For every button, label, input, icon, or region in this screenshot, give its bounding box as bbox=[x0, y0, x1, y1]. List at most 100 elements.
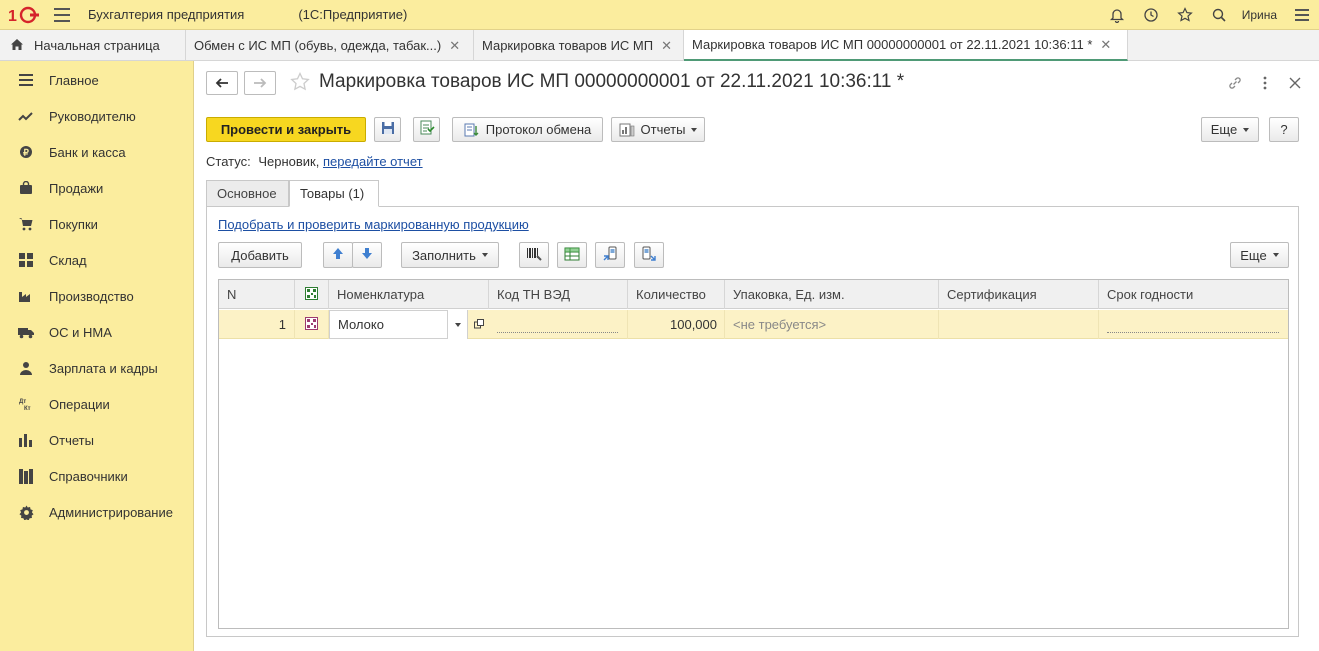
tab-exchange[interactable]: Обмен с ИС МП (обувь, одежда, табак...) … bbox=[186, 30, 474, 61]
chevron-down-icon bbox=[1243, 127, 1250, 132]
app-title: Бухгалтерия предприятия bbox=[88, 7, 245, 22]
table-header: N Номенклатура Код ТН ВЭД Количество Упа… bbox=[219, 280, 1288, 309]
send-report-link[interactable]: передайте отчет bbox=[323, 154, 423, 169]
arrow-up-icon bbox=[332, 247, 344, 263]
close-icon[interactable]: ✕ bbox=[449, 38, 460, 54]
arrow-left-icon bbox=[215, 76, 229, 91]
search-icon[interactable] bbox=[1208, 4, 1230, 26]
person-icon bbox=[18, 360, 34, 376]
sidebar-item-production[interactable]: Производство bbox=[0, 278, 193, 314]
package-cell[interactable]: <не требуется> bbox=[725, 310, 939, 339]
help-button[interactable]: ? bbox=[1269, 117, 1299, 142]
col-header-marking[interactable] bbox=[295, 280, 329, 309]
col-header-tnved[interactable]: Код ТН ВЭД bbox=[489, 280, 628, 309]
terminal-upload-icon bbox=[602, 246, 618, 265]
close-icon[interactable]: ✕ bbox=[661, 38, 672, 54]
pick-and-check-link[interactable]: Подобрать и проверить маркированную прод… bbox=[218, 217, 529, 232]
nomenclature-dropdown-button[interactable] bbox=[447, 310, 467, 339]
move-up-button[interactable] bbox=[323, 242, 353, 268]
history-icon[interactable] bbox=[1140, 4, 1162, 26]
sidebar-item-salary[interactable]: Зарплата и кадры bbox=[0, 350, 193, 386]
cart-icon bbox=[18, 216, 34, 232]
gear-icon bbox=[18, 504, 34, 520]
favorites-star-icon[interactable] bbox=[1174, 4, 1196, 26]
col-header-n[interactable]: N bbox=[219, 280, 295, 309]
sidebar-item-administration[interactable]: Администрирование bbox=[0, 494, 193, 530]
more-button[interactable]: Еще bbox=[1201, 117, 1259, 142]
sidebar-item-sales[interactable]: Продажи bbox=[0, 170, 193, 206]
sidebar-item-manager[interactable]: Руководителю bbox=[0, 98, 193, 134]
post-and-close-button[interactable]: Провести и закрыть bbox=[206, 117, 366, 142]
arrow-down-icon bbox=[361, 247, 373, 263]
tsd-download-button[interactable] bbox=[634, 242, 664, 268]
certification-cell[interactable] bbox=[939, 310, 1099, 339]
forward-button[interactable] bbox=[244, 71, 276, 95]
sidebar-item-purchases[interactable]: Покупки bbox=[0, 206, 193, 242]
sidebar-item-warehouse[interactable]: Склад bbox=[0, 242, 193, 278]
col-header-quantity[interactable]: Количество bbox=[628, 280, 725, 309]
row-marking-cell[interactable] bbox=[295, 310, 329, 339]
nomenclature-open-button[interactable] bbox=[469, 310, 489, 339]
tab-label: Обмен с ИС МП (обувь, одежда, табак...) bbox=[194, 38, 442, 53]
fill-button[interactable]: Заполнить bbox=[401, 242, 499, 268]
favorite-star-icon[interactable] bbox=[290, 71, 310, 95]
main-menu-icon[interactable] bbox=[54, 7, 70, 22]
tsd-upload-button[interactable] bbox=[595, 242, 625, 268]
exchange-log-button[interactable]: Протокол обмена bbox=[452, 117, 603, 142]
link-icon[interactable] bbox=[1225, 73, 1245, 93]
bell-icon[interactable] bbox=[1106, 4, 1128, 26]
chevron-down-icon bbox=[481, 253, 488, 257]
col-header-certification[interactable]: Сертификация bbox=[939, 280, 1099, 309]
table-row[interactable]: 1 Молоко 100,000 <не требуется> bbox=[219, 310, 1288, 339]
status-line: Статус: Черновик, передайте отчет bbox=[206, 154, 423, 169]
marking-code-icon bbox=[305, 316, 318, 333]
sidebar-item-reports[interactable]: Отчеты bbox=[0, 422, 193, 458]
table-more-button[interactable]: Еще bbox=[1230, 242, 1289, 268]
quantity-cell[interactable]: 100,000 bbox=[628, 310, 725, 339]
dt-kt-icon: Дт Кт bbox=[18, 396, 34, 412]
trend-icon bbox=[18, 108, 34, 124]
terminal-download-icon bbox=[641, 246, 657, 265]
close-icon[interactable]: ✕ bbox=[1100, 37, 1111, 53]
post-button[interactable] bbox=[413, 117, 440, 142]
chevron-down-icon bbox=[691, 127, 698, 132]
reports-icon bbox=[619, 123, 635, 137]
coin-icon: ₽ bbox=[18, 144, 34, 160]
expiry-cell[interactable] bbox=[1099, 310, 1288, 339]
sections-panel: Главное Руководителю ₽ Банк и касса Прод… bbox=[0, 61, 194, 651]
sidebar-item-operations[interactable]: Дт Кт Операции bbox=[0, 386, 193, 422]
system-menu-icon[interactable] bbox=[1295, 9, 1309, 21]
close-form-icon[interactable] bbox=[1285, 73, 1305, 93]
col-header-package[interactable]: Упаковка, Ед. изм. bbox=[725, 280, 939, 309]
svg-text:Кт: Кт bbox=[24, 406, 31, 411]
empty-field-underline bbox=[1107, 332, 1279, 333]
col-header-expiry[interactable]: Срок годности bbox=[1099, 280, 1288, 309]
tab-main[interactable]: Основное bbox=[206, 180, 289, 207]
excel-load-button[interactable] bbox=[557, 242, 587, 268]
chevron-down-icon bbox=[1272, 253, 1279, 257]
sidebar-item-assets[interactable]: ОС и НМА bbox=[0, 314, 193, 350]
tab-marking-list[interactable]: Маркировка товаров ИС МП ✕ bbox=[474, 30, 684, 61]
chevron-down-icon bbox=[454, 322, 461, 327]
books-icon bbox=[18, 468, 34, 484]
tnved-cell[interactable] bbox=[489, 310, 628, 339]
back-button[interactable] bbox=[206, 71, 238, 95]
row-number: 1 bbox=[219, 310, 295, 339]
sidebar-item-main[interactable]: Главное bbox=[0, 62, 193, 98]
user-name[interactable]: Ирина bbox=[1242, 8, 1277, 22]
marking-code-icon bbox=[305, 286, 318, 303]
open-item-icon bbox=[474, 317, 484, 332]
menu-lines-icon bbox=[18, 72, 34, 88]
more-vertical-icon[interactable] bbox=[1255, 73, 1275, 93]
scan-barcode-button[interactable] bbox=[519, 242, 549, 268]
col-header-nomenclature[interactable]: Номенклатура bbox=[329, 280, 489, 309]
sidebar-item-bank[interactable]: ₽ Банк и касса bbox=[0, 134, 193, 170]
add-button[interactable]: Добавить bbox=[218, 242, 302, 268]
tab-marking-document[interactable]: Маркировка товаров ИС МП 00000000001 от … bbox=[684, 30, 1128, 61]
sidebar-item-directories[interactable]: Справочники bbox=[0, 458, 193, 494]
save-button[interactable] bbox=[374, 117, 401, 142]
tab-home[interactable]: Начальная страница bbox=[0, 30, 186, 61]
tab-goods[interactable]: Товары (1) bbox=[289, 180, 379, 207]
move-down-button[interactable] bbox=[352, 242, 382, 268]
reports-button[interactable]: Отчеты bbox=[611, 117, 705, 142]
